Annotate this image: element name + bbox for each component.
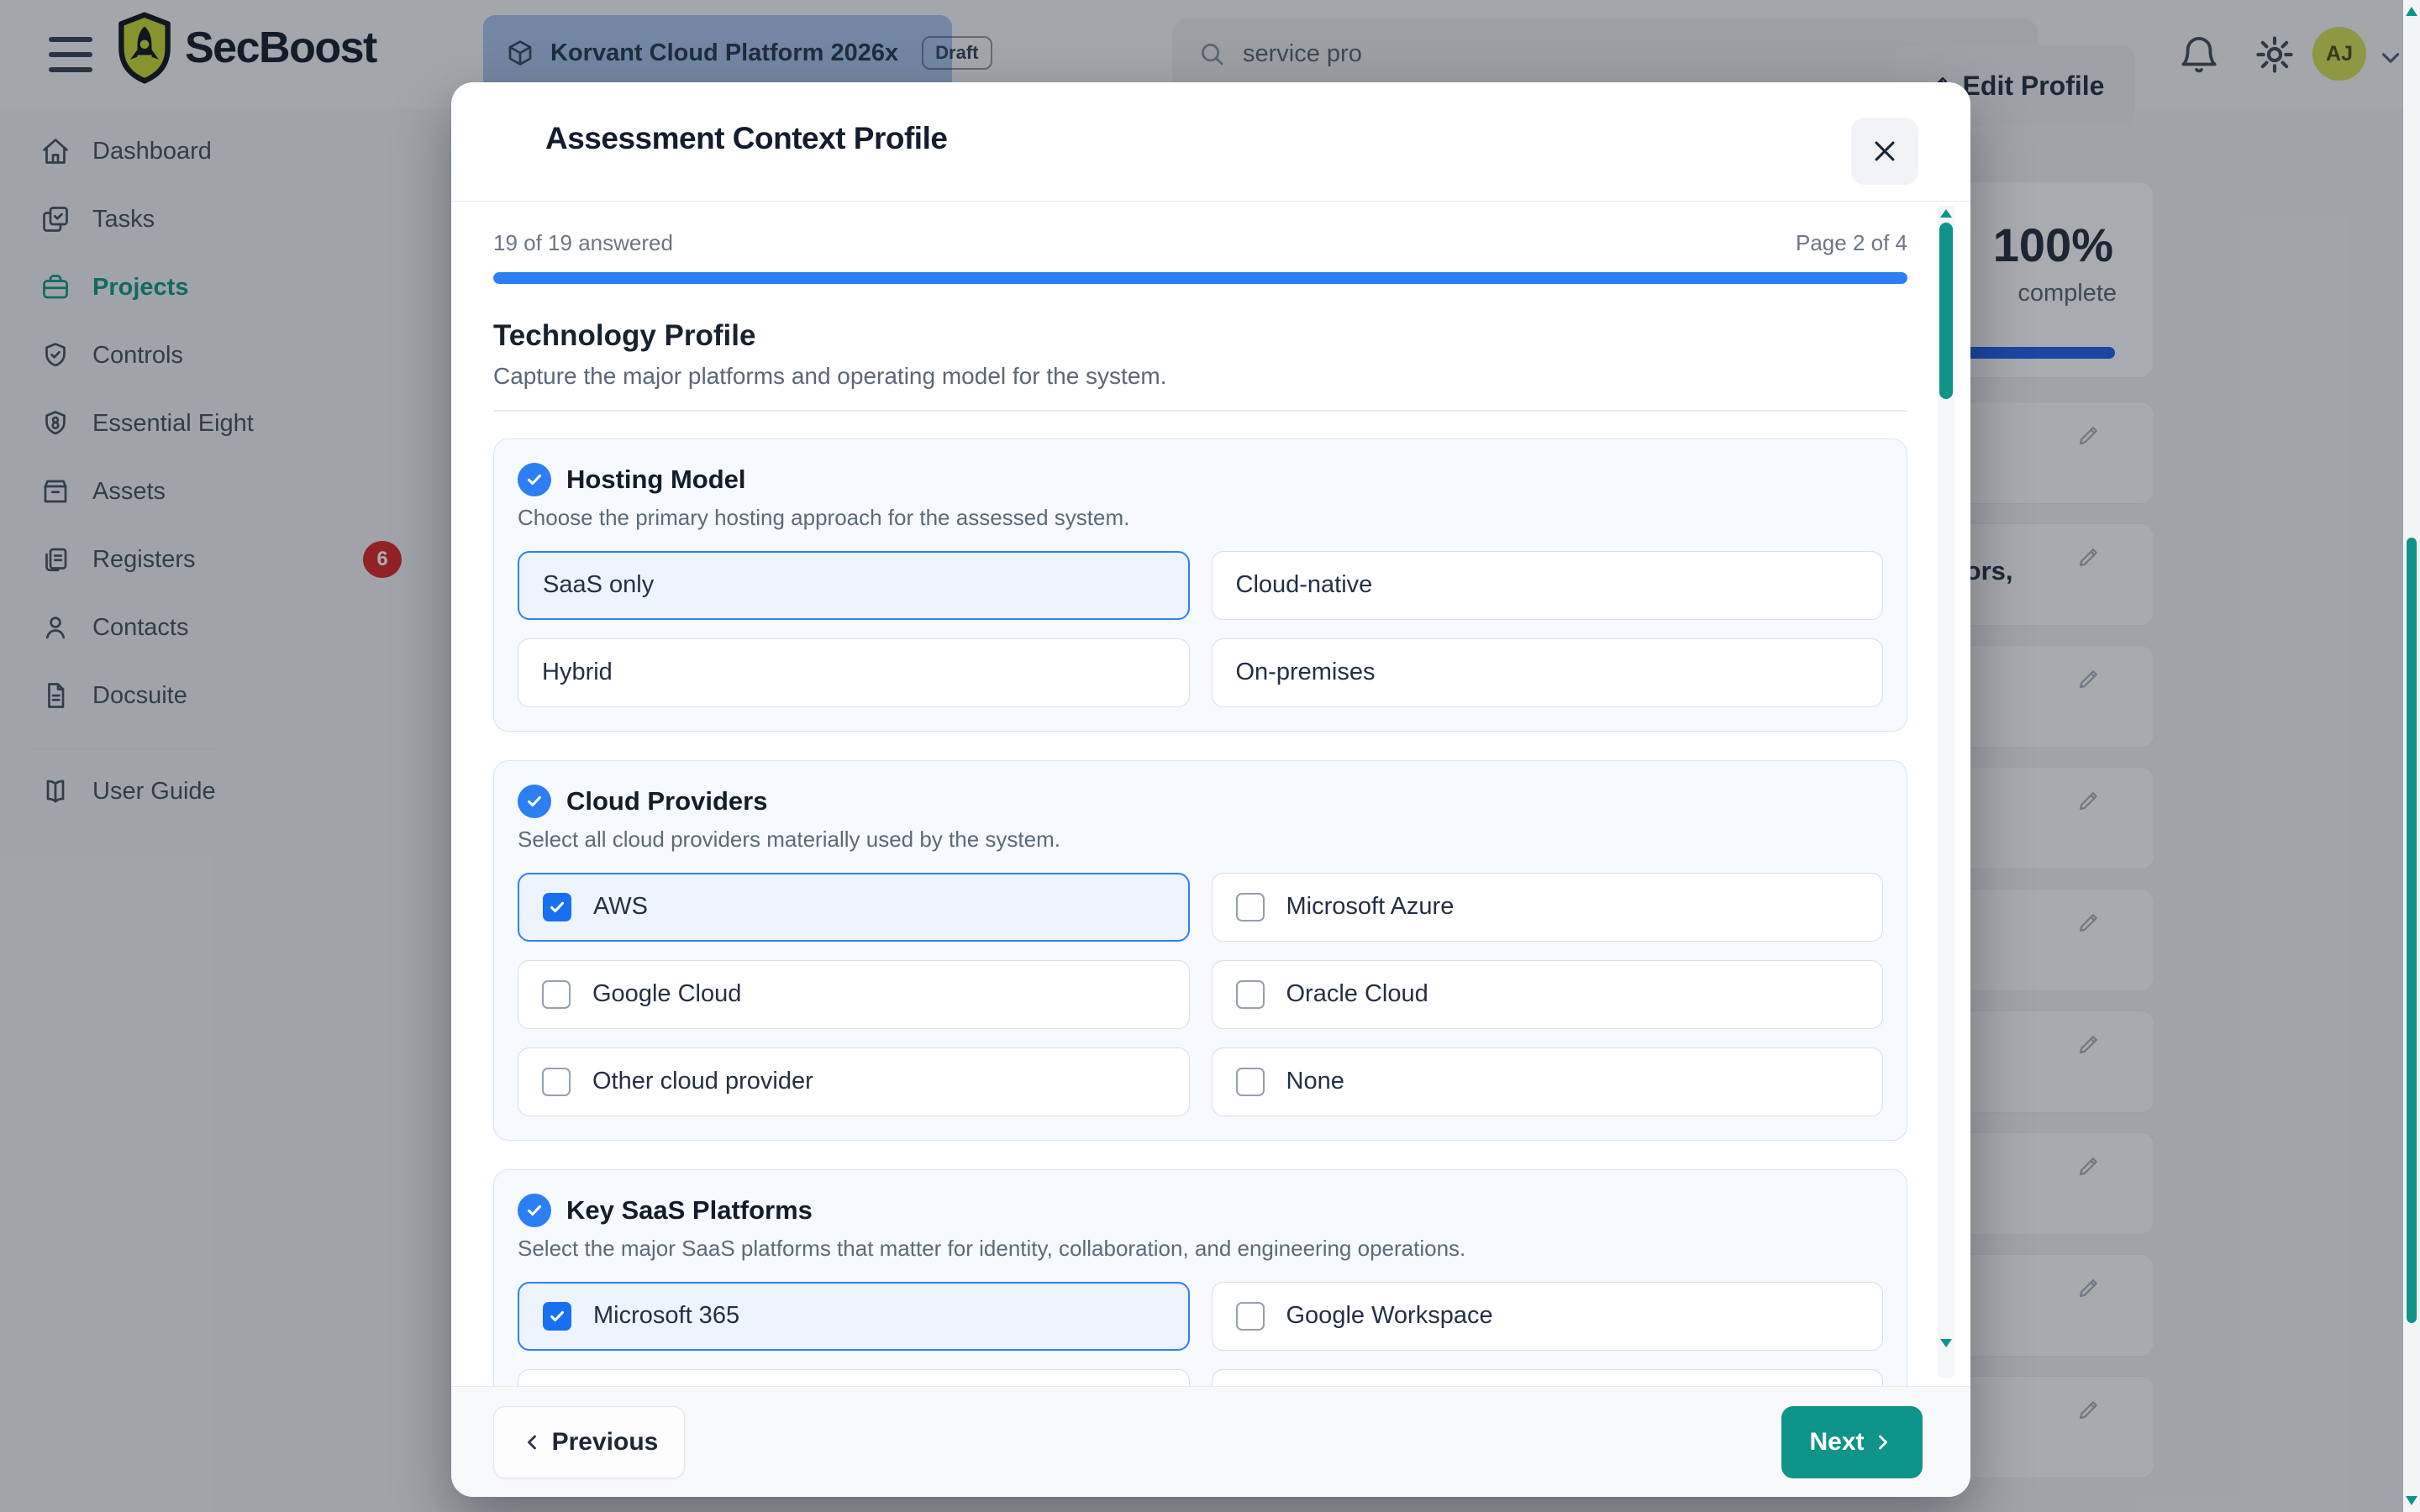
checkbox-option-partial-3[interactable] xyxy=(1212,1369,1884,1387)
option-label: Google Workspace xyxy=(1286,1302,1493,1330)
page-indicator: Page 2 of 4 xyxy=(1796,230,1907,256)
section-complete-check-icon xyxy=(518,785,551,818)
page-scrollbar-thumb[interactable] xyxy=(2407,538,2417,1323)
question-section-hosting-model: Hosting Model Choose the primary hosting … xyxy=(493,438,1907,732)
radio-option-on-premises[interactable]: On-premises xyxy=(1212,638,1884,707)
scroll-up-arrow-icon[interactable] xyxy=(1940,209,1952,218)
modal-scrollbar-thumb[interactable] xyxy=(1939,223,1953,399)
modal-header: Assessment Context Profile xyxy=(451,82,1970,202)
next-button[interactable]: Next xyxy=(1781,1406,1923,1478)
checkbox-unchecked-icon[interactable] xyxy=(1236,980,1265,1009)
radio-option-cloud-native[interactable]: Cloud-native xyxy=(1212,551,1884,620)
checkbox-unchecked-icon[interactable] xyxy=(542,980,571,1009)
section-complete-check-icon xyxy=(518,463,551,496)
chevron-left-icon xyxy=(520,1431,544,1454)
option-label: Microsoft Azure xyxy=(1286,893,1455,921)
app-root: SecBoost Korvant Cloud Platform 2026x Dr… xyxy=(0,0,2420,1512)
modal-title: Assessment Context Profile xyxy=(545,121,947,156)
option-label: SaaS only xyxy=(543,571,654,599)
chevron-right-icon xyxy=(1871,1431,1895,1454)
modal-progress-section: 19 of 19 answered Page 2 of 4 xyxy=(493,202,1907,294)
option-label: None xyxy=(1286,1068,1344,1095)
previous-button[interactable]: Previous xyxy=(493,1406,685,1478)
checkbox-option-microsoft-azure[interactable]: Microsoft Azure xyxy=(1212,873,1884,942)
checkbox-unchecked-icon[interactable] xyxy=(1236,1302,1265,1331)
previous-label: Previous xyxy=(552,1428,659,1457)
checkbox-option-none[interactable]: None xyxy=(1212,1047,1884,1116)
checkbox-unchecked-icon[interactable] xyxy=(1236,893,1265,921)
checkbox-checked-icon[interactable] xyxy=(543,893,571,921)
section-title: Hosting Model xyxy=(566,465,746,495)
checkbox-unchecked-icon[interactable] xyxy=(1236,1068,1265,1096)
section-title: Key SaaS Platforms xyxy=(566,1195,813,1226)
section-description: Choose the primary hosting approach for … xyxy=(518,505,1883,531)
checkbox-checked-icon[interactable] xyxy=(543,1302,571,1331)
option-label: Oracle Cloud xyxy=(1286,980,1428,1008)
option-label: Other cloud provider xyxy=(592,1068,813,1095)
checkbox-option-partial-2[interactable] xyxy=(518,1369,1190,1387)
page-scroll-up-arrow-icon[interactable] xyxy=(2406,7,2417,16)
close-icon xyxy=(1870,137,1899,165)
close-button[interactable] xyxy=(1851,118,1918,185)
checkbox-option-google-cloud[interactable]: Google Cloud xyxy=(518,960,1190,1029)
next-label: Next xyxy=(1809,1428,1864,1457)
answered-count: 19 of 19 answered xyxy=(493,230,673,256)
divider xyxy=(493,410,1907,412)
section-description: Select all cloud providers materially us… xyxy=(518,827,1883,853)
checkbox-option-microsoft-365[interactable]: Microsoft 365 xyxy=(518,1282,1190,1351)
option-label: On-premises xyxy=(1236,659,1376,686)
checkbox-option-google-workspace[interactable]: Google Workspace xyxy=(1212,1282,1884,1351)
assessment-context-modal: Assessment Context Profile 19 of 19 answ… xyxy=(451,82,1970,1497)
radio-option-hybrid[interactable]: Hybrid xyxy=(518,638,1190,707)
option-label: AWS xyxy=(593,893,648,921)
question-section-cloud-providers: Cloud Providers Select all cloud provider… xyxy=(493,760,1907,1141)
page-scroll-down-arrow-icon[interactable] xyxy=(2406,1496,2417,1505)
page-subheading: Capture the major platforms and operatin… xyxy=(493,363,1907,390)
section-title: Cloud Providers xyxy=(566,786,767,816)
section-complete-check-icon xyxy=(518,1194,551,1227)
option-label: Cloud-native xyxy=(1236,571,1373,599)
checkbox-unchecked-icon[interactable] xyxy=(542,1068,571,1096)
option-label: Google Cloud xyxy=(592,980,741,1008)
checkbox-option-aws[interactable]: AWS xyxy=(518,873,1190,942)
page-heading: Technology Profile xyxy=(493,319,1907,353)
section-description: Select the major SaaS platforms that mat… xyxy=(518,1236,1883,1262)
question-section-key-saas-platforms: Key SaaS Platforms Select the major SaaS … xyxy=(493,1169,1907,1387)
modal-body: Technology Profile Capture the major pla… xyxy=(451,294,1970,1386)
modal-footer: Previous Next xyxy=(451,1386,1970,1497)
scroll-down-arrow-icon[interactable] xyxy=(1940,1339,1952,1347)
page-scrollbar[interactable] xyxy=(2403,0,2420,1512)
option-label: Microsoft 365 xyxy=(593,1302,739,1330)
checkbox-option-oracle-cloud[interactable]: Oracle Cloud xyxy=(1212,960,1884,1029)
modal-scrollbar[interactable] xyxy=(1938,206,1954,1378)
progress-bar-fill xyxy=(493,272,1907,284)
checkbox-option-other-cloud-provider[interactable]: Other cloud provider xyxy=(518,1047,1190,1116)
option-label: Hybrid xyxy=(542,659,613,686)
radio-option-saas-only[interactable]: SaaS only xyxy=(518,551,1190,620)
progress-bar-track xyxy=(493,272,1907,284)
